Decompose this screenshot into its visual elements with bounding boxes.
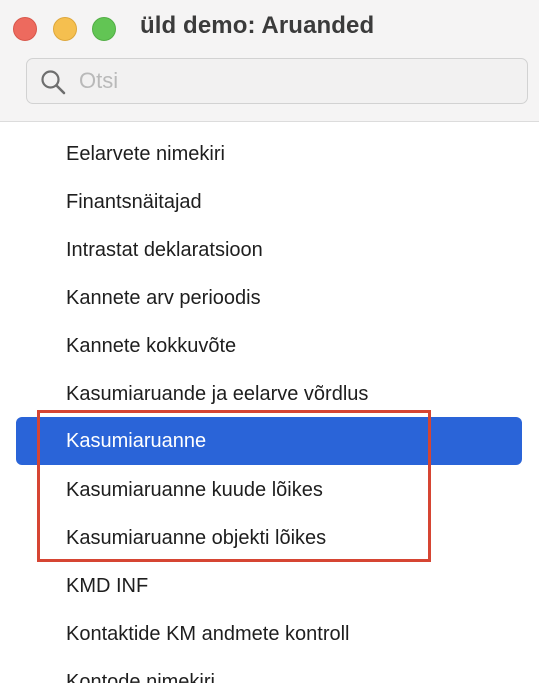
- list-item[interactable]: Kontaktide KM andmete kontroll: [16, 610, 522, 658]
- search-icon: [41, 70, 66, 95]
- window-title: üld demo: Aruanded: [140, 12, 375, 39]
- list-item[interactable]: Kasumiaruanne objekti lõikes: [16, 514, 522, 562]
- list-item[interactable]: Finantsnäitajad: [16, 178, 522, 226]
- maximize-window-button[interactable]: [92, 17, 116, 41]
- list-item[interactable]: Kontode nimekiri: [16, 658, 522, 683]
- minimize-window-button[interactable]: [53, 17, 77, 41]
- list-item-selected[interactable]: Kasumiaruanne: [16, 417, 522, 465]
- list-item[interactable]: KMD INF: [16, 562, 522, 610]
- list-item[interactable]: Intrastat deklaratsioon: [16, 226, 522, 274]
- report-list: Eelarvete nimekiri Finantsnäitajad Intra…: [0, 121, 539, 683]
- title-bar: üld demo: Aruanded: [0, 0, 539, 122]
- list-item[interactable]: Kannete kokkuvõte: [16, 322, 522, 370]
- list-item[interactable]: Kannete arv perioodis: [16, 274, 522, 322]
- list-item[interactable]: Kasumiaruanne kuude lõikes: [16, 466, 522, 514]
- list-item[interactable]: Kasumiaruande ja eelarve võrdlus: [16, 370, 522, 418]
- close-window-button[interactable]: [13, 17, 37, 41]
- search-field[interactable]: [26, 58, 528, 104]
- search-input[interactable]: [79, 65, 509, 97]
- list-item[interactable]: Eelarvete nimekiri: [16, 130, 522, 178]
